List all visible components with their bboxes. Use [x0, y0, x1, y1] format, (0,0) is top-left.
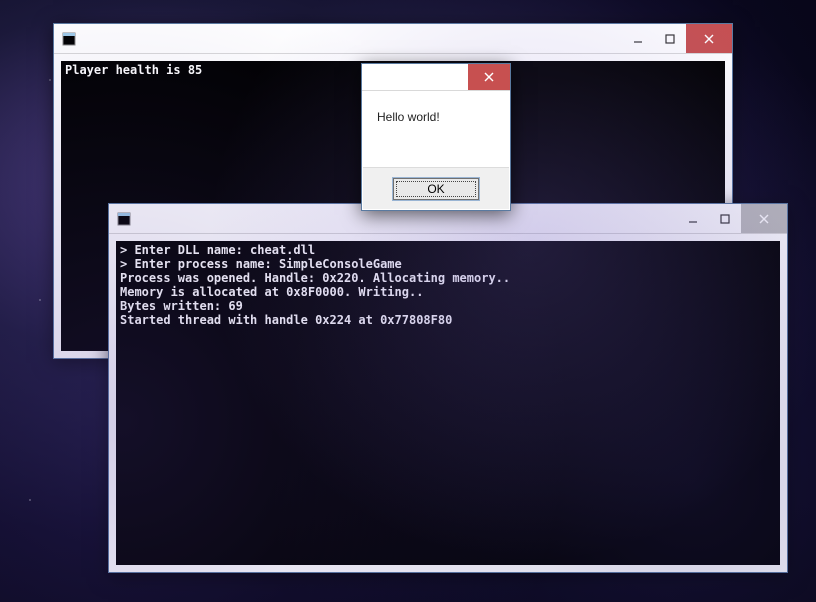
injector-console-window: > Enter DLL name: cheat.dll > Enter proc… — [108, 203, 788, 573]
close-button[interactable] — [686, 24, 732, 53]
game-window-title — [84, 24, 622, 53]
maximize-button[interactable] — [654, 24, 686, 53]
console-app-icon — [109, 204, 139, 233]
dialog-body: Hello world! OK — [363, 92, 509, 209]
game-window-controls — [622, 24, 732, 53]
minimize-button[interactable] — [622, 24, 654, 53]
injector-window-controls — [677, 204, 787, 233]
maximize-button[interactable] — [709, 204, 741, 233]
game-window-titlebar[interactable] — [54, 24, 732, 54]
injector-console-output: > Enter DLL name: cheat.dll > Enter proc… — [116, 241, 780, 565]
dialog-titlebar[interactable] — [362, 64, 510, 91]
ok-button[interactable]: OK — [393, 178, 479, 200]
minimize-button[interactable] — [677, 204, 709, 233]
message-dialog: Hello world! OK — [361, 63, 511, 211]
dialog-title — [362, 64, 468, 90]
dialog-close-button[interactable] — [468, 64, 510, 90]
console-app-icon — [54, 24, 84, 53]
dialog-message: Hello world! — [363, 92, 509, 167]
dialog-window-controls — [468, 64, 510, 90]
close-button[interactable] — [741, 204, 787, 233]
dialog-button-row: OK — [363, 167, 509, 209]
